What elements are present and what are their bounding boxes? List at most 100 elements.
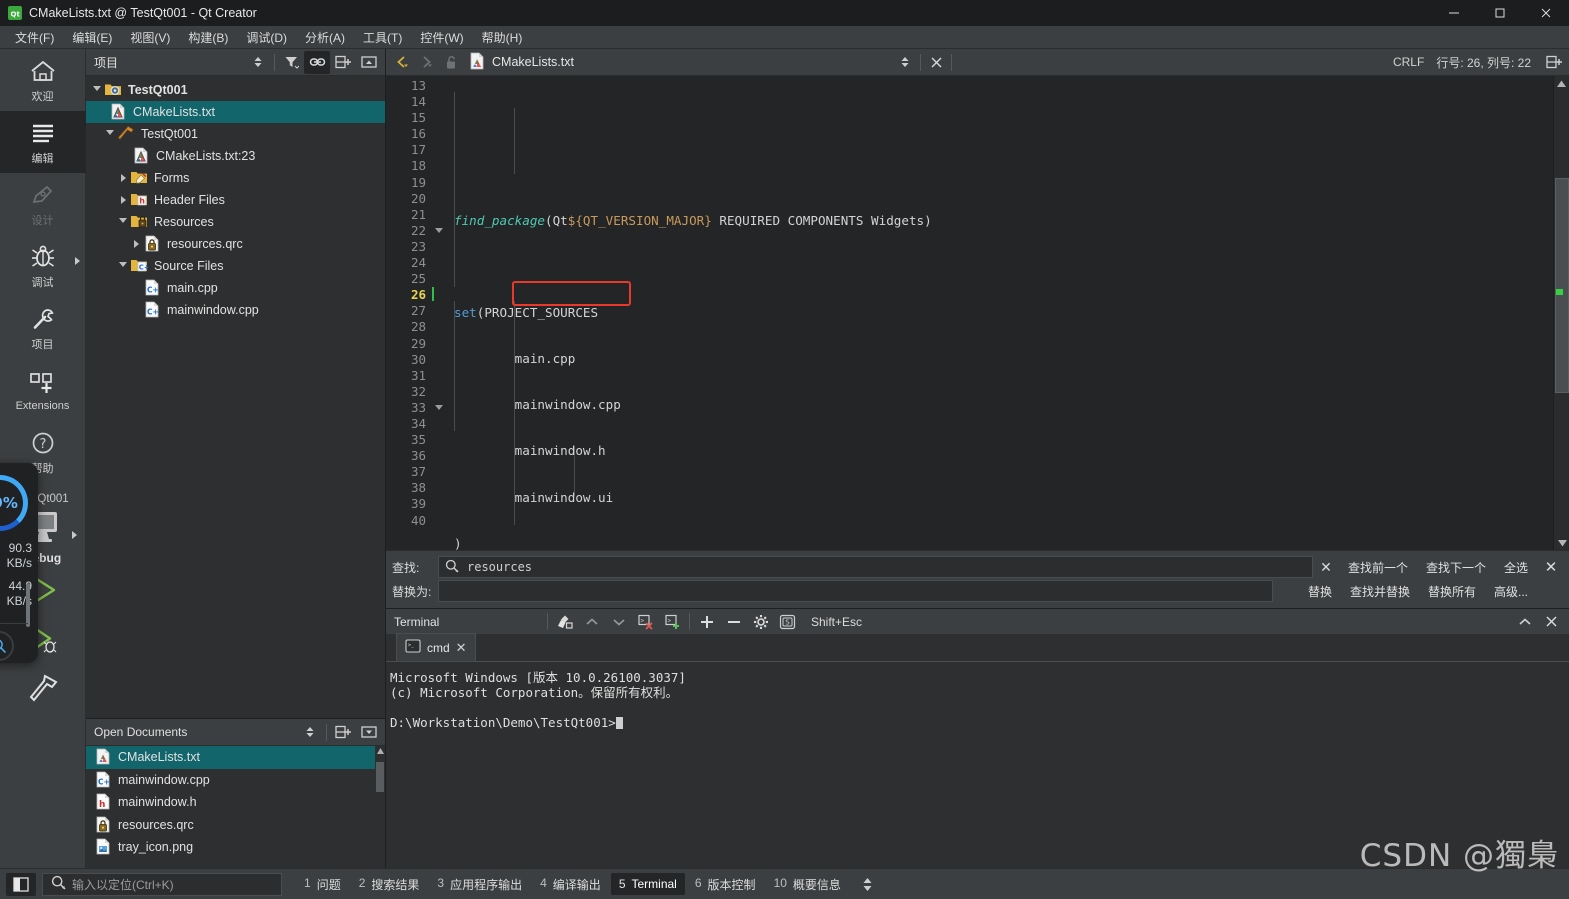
tree-item-build-target[interactable]: TestQt001 (86, 123, 385, 145)
cursor-position-label[interactable]: 行号: 26, 列号: 22 (1436, 54, 1541, 71)
forward-arrow-icon[interactable] (414, 51, 438, 74)
line-ending-selector[interactable]: CRLF (1381, 55, 1436, 69)
sync-selection-button[interactable] (245, 51, 271, 74)
terminal-tab-cmd[interactable]: >_ cmd ✕ (396, 633, 476, 661)
output-tab-issues[interactable]: 1 问题 (296, 872, 349, 897)
menu-edit[interactable]: 编辑(E) (63, 26, 121, 49)
current-file-tab[interactable]: CMakeLists.txt (468, 52, 893, 73)
tree-item-cmakelists[interactable]: CMakeLists.txt (86, 101, 385, 123)
split-add-button[interactable] (330, 51, 356, 74)
tree-item-cmakelists-line[interactable]: CMakeLists.txt:23 (86, 145, 385, 167)
code-text-area[interactable]: find_package(Qt${QT_VERSION_MAJOR} REQUI… (446, 76, 1569, 550)
code-line-19[interactable]: mainwindow.ui (446, 490, 1569, 506)
twisty-closed-icon[interactable] (116, 196, 130, 204)
shell-box-icon[interactable]: S (774, 611, 801, 632)
close-tab-icon[interactable]: ✕ (456, 640, 467, 656)
gear-icon[interactable] (747, 611, 774, 632)
tree-item-project-root[interactable]: TestQt001 (86, 79, 385, 101)
code-editor[interactable]: 13 14 15 16 17 18 19 20 21 22 23 24 25 2… (386, 76, 1569, 550)
menu-help[interactable]: 帮助(H) (473, 26, 532, 49)
open-documents-scrollbar[interactable] (375, 746, 385, 868)
code-line-17[interactable]: mainwindow.cpp (446, 397, 1569, 413)
terminal-close-icon[interactable]: > (632, 611, 659, 632)
find-next-button[interactable]: 查找下一个 (1417, 557, 1495, 578)
broom-icon[interactable] (551, 611, 578, 632)
magnifier-icon[interactable] (445, 559, 459, 576)
dropdown-box-button[interactable] (356, 721, 382, 744)
project-tree[interactable]: TestQt001 CMakeLists.txt TestQt001 CMake… (86, 76, 385, 718)
code-line-14[interactable] (446, 259, 1569, 275)
scroll-up-icon[interactable] (376, 746, 384, 756)
split-add-button[interactable] (330, 721, 356, 744)
tree-item-mainwindow-cpp[interactable]: C+ mainwindow.cpp (86, 299, 385, 321)
code-line-13[interactable]: find_package(Qt${QT_VERSION_MAJOR} REQUI… (446, 213, 1569, 229)
find-input[interactable]: resources (438, 556, 1313, 578)
output-tab-summary[interactable]: 10 概要信息 (766, 872, 849, 897)
twisty-closed-icon[interactable] (129, 240, 143, 248)
maximize-button[interactable] (1477, 0, 1523, 26)
open-doc-mainwindow-h[interactable]: h mainwindow.h (86, 791, 385, 814)
unlocked-padlock-icon[interactable] (440, 51, 464, 74)
open-doc-resources-qrc[interactable]: resources.qrc (86, 814, 385, 837)
tree-item-resources-qrc[interactable]: resources.qrc (86, 233, 385, 255)
twisty-closed-icon[interactable] (116, 174, 130, 182)
menu-file[interactable]: 文件(F) (6, 26, 63, 49)
build-button[interactable] (0, 665, 86, 715)
code-line-16[interactable]: main.cpp (446, 351, 1569, 367)
minimize-button[interactable] (1431, 0, 1477, 26)
filter-funnel-button[interactable] (278, 51, 304, 74)
advanced-find-button[interactable]: 高级... (1485, 581, 1537, 602)
sort-documents-button[interactable] (297, 721, 323, 744)
menu-analyze[interactable]: 分析(A) (296, 26, 354, 49)
close-button[interactable] (1523, 0, 1569, 26)
magnifier-icon[interactable] (0, 631, 14, 661)
fold-marker-line22[interactable] (432, 223, 446, 239)
mode-design[interactable]: 设计 (0, 173, 86, 235)
collapse-panel-icon[interactable] (1511, 611, 1538, 632)
find-previous-button[interactable]: 查找前一个 (1339, 557, 1417, 578)
output-tab-search-results[interactable]: 2 搜索结果 (351, 872, 428, 897)
collapse-sidebar-button[interactable] (356, 51, 382, 74)
close-panel-icon[interactable] (1538, 611, 1565, 632)
terminal-add-icon[interactable]: > (659, 611, 686, 632)
mode-debug[interactable]: 调试 (0, 235, 86, 297)
link-with-editor-button[interactable] (304, 50, 330, 74)
scroll-up-icon[interactable] (1554, 76, 1569, 90)
replace-input[interactable] (438, 580, 1273, 602)
menu-debug[interactable]: 调试(D) (237, 26, 296, 49)
scroll-down-icon[interactable] (1554, 536, 1569, 550)
menu-view[interactable]: 视图(V) (121, 26, 179, 49)
tree-item-source-files[interactable]: C+ Source Files (86, 255, 385, 277)
find-and-replace-button[interactable]: 查找并替换 (1341, 581, 1419, 602)
mode-edit[interactable]: 编辑 (0, 111, 86, 173)
editor-scrollbar[interactable] (1553, 76, 1569, 550)
minus-icon[interactable] (720, 611, 747, 632)
open-doc-tray-icon-png[interactable]: tray_icon.png (86, 836, 385, 859)
open-documents-list[interactable]: CMakeLists.txt C+ mainwindow.cpp h mainw… (86, 746, 385, 868)
code-line-20[interactable]: ) (446, 536, 1569, 550)
select-all-button[interactable]: 全选 (1495, 557, 1537, 578)
debug-expand-arrow-icon[interactable] (74, 257, 80, 265)
chevron-up-icon[interactable] (578, 611, 605, 632)
scrollbar-thumb[interactable] (1555, 178, 1569, 393)
menu-widgets[interactable]: 控件(W) (411, 26, 472, 49)
tree-item-header-files[interactable]: h Header Files (86, 189, 385, 211)
mode-welcome[interactable]: 欢迎 (0, 49, 86, 111)
output-tab-application-output[interactable]: 3 应用程序输出 (429, 872, 530, 897)
replace-all-button[interactable]: 替换所有 (1419, 581, 1485, 602)
fold-margin[interactable] (432, 76, 446, 550)
menu-tools[interactable]: 工具(T) (354, 26, 411, 49)
mode-extensions[interactable]: Extensions (0, 359, 86, 421)
twisty-open-icon[interactable] (116, 261, 130, 271)
kit-expand-arrow-icon[interactable] (71, 531, 77, 539)
menu-build[interactable]: 构建(B) (179, 26, 237, 49)
twisty-open-icon[interactable] (90, 85, 104, 95)
terminal-output[interactable]: Microsoft Windows [版本 10.0.26100.3037] (… (386, 662, 1569, 868)
open-doc-mainwindow-cpp[interactable]: C+ mainwindow.cpp (86, 769, 385, 792)
split-editor-button[interactable] (1541, 51, 1567, 74)
code-line-18[interactable]: mainwindow.h (446, 443, 1569, 459)
network-monitor-widget[interactable]: 99% 90.3 KB/s 44.9 KB/s ••• (0, 463, 38, 663)
scrollbar-thumb[interactable] (376, 762, 384, 792)
close-find-bar-button[interactable]: ✕ (1537, 558, 1565, 576)
twisty-open-icon[interactable] (103, 129, 117, 139)
